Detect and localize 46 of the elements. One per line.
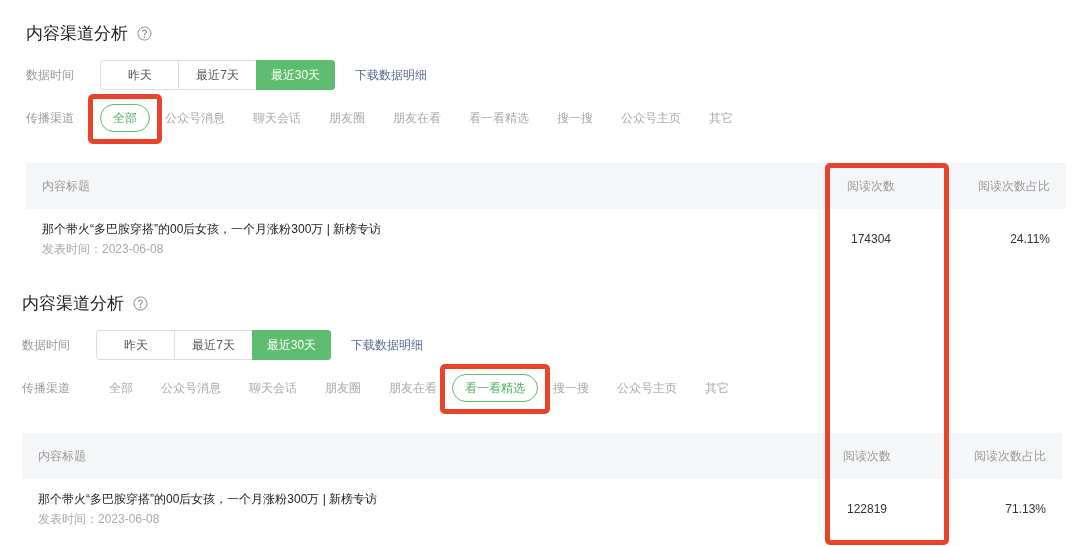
column-header: 阅读次数 [846, 177, 896, 195]
table-cell-text: 71.13% [1004, 502, 1047, 516]
channel-tab[interactable]: 公众号消息 [148, 374, 234, 402]
field-label: 传播渠道 [26, 109, 75, 127]
time-range-tab[interactable]: 昨天 [96, 330, 175, 360]
channel-tab[interactable]: 聊天会话 [240, 104, 314, 132]
channel-tab[interactable]: 其它 [696, 104, 746, 132]
table-cell-text: 122819 [845, 502, 888, 516]
column-header: 内容标题 [37, 447, 87, 465]
channel-tab[interactable]: 朋友在看 [376, 374, 450, 402]
download-link[interactable]: 下载数据明细 [351, 336, 423, 354]
channel-tab[interactable]: 搜一搜 [540, 374, 602, 402]
channel-tab[interactable]: 聊天会话 [236, 374, 310, 402]
channel-tab[interactable]: 搜一搜 [544, 104, 606, 132]
channel-tab[interactable]: 公众号主页 [604, 374, 690, 402]
publish-date: 发表时间：2023-06-08 [42, 240, 165, 258]
column-header: 内容标题 [41, 177, 91, 195]
article-title[interactable]: 那个带火“多巴胺穿搭”的00后女孩，一个月涨粉300万 | 新榜专访 [42, 220, 810, 238]
channel-tab[interactable]: 看一看精选 [456, 104, 542, 132]
column-header: 阅读次数 [842, 447, 892, 465]
time-range-tab[interactable]: 最近7天 [174, 330, 253, 360]
help-icon[interactable] [137, 25, 152, 41]
time-range-tab[interactable]: 最近7天 [178, 60, 257, 90]
channel-tab[interactable]: 朋友圈 [312, 374, 374, 402]
channel-tab[interactable]: 朋友在看 [380, 104, 454, 132]
help-icon[interactable] [133, 295, 148, 311]
field-label: 数据时间 [22, 336, 71, 354]
field-label: 数据时间 [26, 66, 75, 84]
table-cell-text: 174304 [849, 232, 892, 246]
section-title: 内容渠道分析 [26, 22, 128, 45]
channel-tab[interactable]: 朋友圈 [316, 104, 378, 132]
table-cell-text: 24.11% [1009, 232, 1051, 246]
publish-date: 发表时间：2023-06-08 [38, 510, 161, 528]
article-title[interactable]: 那个带火“多巴胺穿搭”的00后女孩，一个月涨粉300万 | 新榜专访 [38, 490, 806, 508]
column-header: 阅读次数占比 [977, 177, 1051, 195]
field-label: 传播渠道 [22, 379, 71, 397]
download-link[interactable]: 下载数据明细 [355, 66, 427, 84]
time-range-tab[interactable]: 昨天 [100, 60, 179, 90]
column-header: 阅读次数占比 [973, 447, 1047, 465]
channel-tab[interactable]: 公众号消息 [152, 104, 238, 132]
time-range-tab[interactable]: 最近30天 [256, 60, 335, 90]
channel-tab[interactable]: 全部 [96, 374, 146, 402]
channel-tab[interactable]: 公众号主页 [608, 104, 694, 132]
section-title: 内容渠道分析 [22, 292, 124, 315]
channel-tab[interactable]: 其它 [692, 374, 742, 402]
time-range-tab[interactable]: 最近30天 [252, 330, 331, 360]
